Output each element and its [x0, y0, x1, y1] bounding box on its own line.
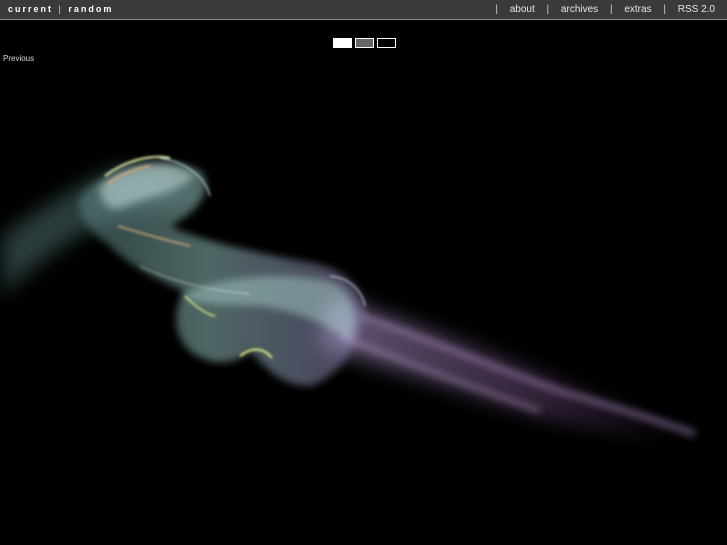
- site-brand: current | random: [8, 4, 113, 14]
- nav-separator: |: [546, 4, 550, 15]
- top-bar: current | random | about | archives | ex…: [0, 0, 727, 20]
- top-nav: | about | archives | extras | RSS 2.0: [486, 4, 715, 15]
- background-color-selector: [333, 38, 399, 48]
- current-link[interactable]: current: [8, 4, 53, 14]
- random-link[interactable]: random: [68, 4, 113, 14]
- swatch-gray-button[interactable]: [355, 38, 374, 48]
- page: current | random | about | archives | ex…: [0, 0, 727, 545]
- smoke-photo: [0, 66, 727, 545]
- nav-archives-link[interactable]: archives: [561, 4, 598, 15]
- nav-separator: |: [609, 4, 613, 15]
- brand-separator: |: [58, 4, 63, 14]
- nav-separator: |: [663, 4, 666, 15]
- swatch-black-button[interactable]: [377, 38, 396, 48]
- nav-about-link[interactable]: about: [510, 4, 535, 15]
- nav-separator: |: [495, 4, 498, 15]
- previous-photo-link[interactable]: Previous: [3, 54, 34, 63]
- nav-rss-link[interactable]: RSS 2.0: [678, 4, 715, 15]
- swatch-white-button[interactable]: [333, 38, 352, 48]
- nav-extras-link[interactable]: extras: [624, 4, 651, 15]
